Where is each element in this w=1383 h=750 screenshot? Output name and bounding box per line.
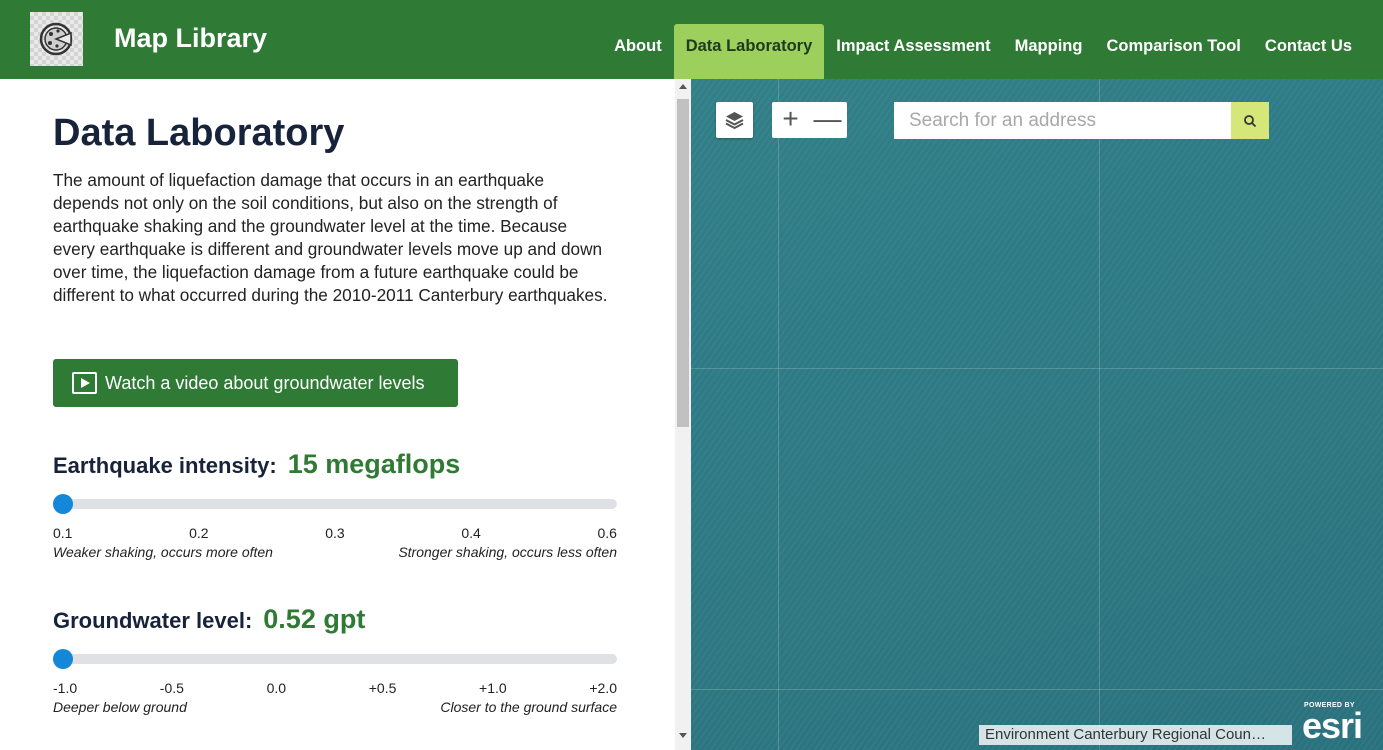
logo[interactable] xyxy=(30,12,83,66)
play-icon xyxy=(72,372,97,394)
page-title: Data Laboratory xyxy=(53,112,345,154)
groundwater-label: Groundwater level: xyxy=(53,608,253,633)
scrollbar-thumb[interactable] xyxy=(677,99,689,427)
pizza-icon xyxy=(39,22,73,56)
map-grid-line xyxy=(691,689,1383,690)
tick-label: 0.4 xyxy=(461,525,481,541)
address-search-input[interactable] xyxy=(894,102,1231,139)
earthquake-label: Earthquake intensity: xyxy=(53,453,277,478)
watch-video-label: Watch a video about groundwater levels xyxy=(105,372,425,393)
tick-label: +0.5 xyxy=(368,680,397,696)
groundwater-slider-track[interactable] xyxy=(53,649,617,669)
groundwater-captions: Deeper below ground Closer to the ground… xyxy=(53,699,617,715)
tick-label: +2.0 xyxy=(589,680,617,696)
tick-label: 0.3 xyxy=(325,525,345,541)
earthquake-slider-track[interactable] xyxy=(53,494,617,514)
map-grid-line xyxy=(691,368,1383,369)
nav-impact-assessment[interactable]: Impact Assessment xyxy=(824,24,1002,79)
tick-label: +1.0 xyxy=(479,680,507,696)
groundwater-tick-labels: -1.0 -0.5 0.0 +0.5 +1.0 +2.0 xyxy=(53,680,617,696)
tick-label: 0.1 xyxy=(53,525,73,541)
nav-about[interactable]: About xyxy=(602,24,674,79)
earthquake-captions: Weaker shaking, occurs more often Strong… xyxy=(53,544,617,560)
tick-label: 0.0 xyxy=(266,680,287,696)
nav-data-laboratory[interactable]: Data Laboratory xyxy=(673,24,825,79)
layers-button[interactable] xyxy=(716,102,753,138)
intro-text: The amount of liquefaction damage that o… xyxy=(53,170,608,305)
groundwater-caption-right: Closer to the ground surface xyxy=(440,699,617,715)
zoom-in-button[interactable]: + xyxy=(772,102,809,138)
map-grid-line xyxy=(778,79,779,750)
search-button[interactable] xyxy=(1231,102,1269,139)
tick-label: -1.0 xyxy=(53,680,78,696)
tick-label: 0.2 xyxy=(189,525,209,541)
side-panel: Data Laboratory The amount of liquefacti… xyxy=(0,79,675,750)
groundwater-slider-group: Groundwater level: 0.52 gpt -1.0 -0.5 0.… xyxy=(53,604,617,719)
scroll-down-arrow-icon[interactable] xyxy=(679,733,687,738)
esri-logo[interactable]: POWERED BY esri xyxy=(1302,701,1380,746)
groundwater-value: 0.52 gpt xyxy=(263,604,366,634)
app-title: Map Library xyxy=(114,23,268,53)
nav-comparison-tool[interactable]: Comparison Tool xyxy=(1094,24,1252,79)
search-icon xyxy=(1244,114,1257,127)
panel-scrollbar[interactable] xyxy=(675,79,691,750)
layers-icon xyxy=(725,112,744,130)
esri-wordmark: esri xyxy=(1302,705,1363,746)
nav-contact-us[interactable]: Contact Us xyxy=(1253,24,1364,79)
map-attribution[interactable]: Environment Canterbury Regional Coun… xyxy=(979,725,1292,745)
earthquake-tick-labels: 0.1 0.2 0.3 0.4 0.6 xyxy=(53,525,617,541)
groundwater-slider-thumb[interactable] xyxy=(53,649,73,669)
map-view[interactable]: + — Environment Canterbury Regional Coun… xyxy=(691,79,1383,750)
earthquake-slider-group: Earthquake intensity: 15 megaflops 0.1 0… xyxy=(53,449,617,564)
earthquake-slider-thumb[interactable] xyxy=(53,494,73,514)
map-grid-line xyxy=(1099,79,1100,750)
tick-label: -0.5 xyxy=(159,680,184,696)
groundwater-slider-header: Groundwater level: 0.52 gpt xyxy=(53,604,617,635)
tick-label: 0.6 xyxy=(597,525,617,541)
earthquake-slider-header: Earthquake intensity: 15 megaflops xyxy=(53,449,617,480)
main-nav: About Data Laboratory Impact Assessment … xyxy=(602,24,1364,79)
zoom-controls: + — xyxy=(772,102,847,138)
scroll-up-arrow-icon[interactable] xyxy=(679,84,687,89)
earthquake-caption-right: Stronger shaking, occurs less often xyxy=(398,544,617,560)
groundwater-caption-left: Deeper below ground xyxy=(53,699,187,715)
earthquake-caption-left: Weaker shaking, occurs more often xyxy=(53,544,273,560)
app-header: Map Library About Data Laboratory Impact… xyxy=(0,0,1383,79)
watch-video-button[interactable]: Watch a video about groundwater levels xyxy=(53,359,458,407)
nav-mapping[interactable]: Mapping xyxy=(1003,24,1095,79)
address-search xyxy=(894,102,1269,139)
zoom-out-button[interactable]: — xyxy=(809,102,846,138)
earthquake-value: 15 megaflops xyxy=(287,449,461,479)
